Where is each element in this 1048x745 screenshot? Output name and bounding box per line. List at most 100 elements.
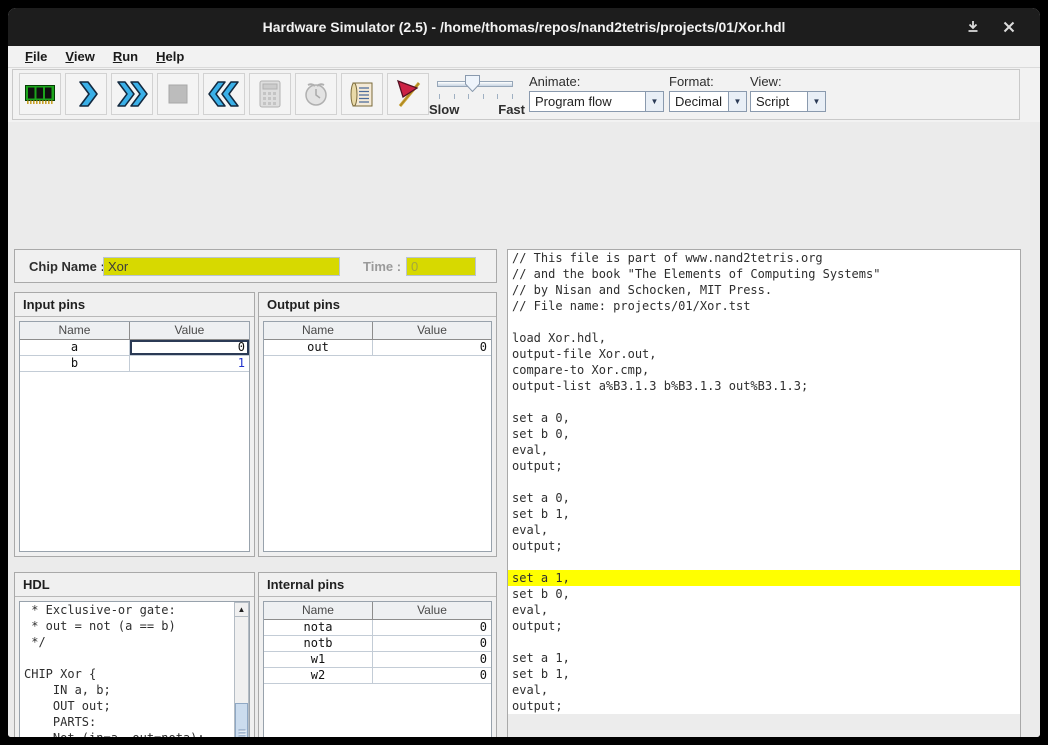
load-chip-button[interactable] xyxy=(19,73,61,115)
table-row: a0 xyxy=(20,340,249,356)
title-bar: Hardware Simulator (2.5) - /home/thomas/… xyxy=(8,8,1040,46)
code-line: set a 1, xyxy=(508,650,1020,666)
table-header: NameValue xyxy=(264,602,491,620)
code-line: output; xyxy=(508,538,1020,554)
output-pins-table: NameValueout0 xyxy=(263,321,492,552)
code-line: Not (in=a, out=nota); xyxy=(20,730,234,737)
slider-ticks xyxy=(439,94,513,99)
code-line: eval, xyxy=(508,682,1020,698)
output-pins-panel: Output pins NameValueout0 xyxy=(258,292,497,557)
pin-value[interactable]: 1 xyxy=(130,356,249,371)
column-header-value: Value xyxy=(130,322,249,339)
reset-icon xyxy=(207,77,241,111)
script-scroll-icon xyxy=(345,77,379,111)
close-button[interactable] xyxy=(1000,18,1018,36)
breakpoints-flag-icon xyxy=(391,77,425,111)
code-line: // File name: projects/01/Xor.tst xyxy=(508,298,1020,314)
table-row: out0 xyxy=(264,340,491,356)
code-line: // and the book "The Elements of Computi… xyxy=(508,266,1020,282)
code-line: output; xyxy=(508,618,1020,634)
pin-name: w1 xyxy=(264,652,373,667)
code-line: * Exclusive-or gate: xyxy=(20,602,234,618)
input-pins-panel: Input pins NameValuea0b1 xyxy=(14,292,255,557)
menu-bar: FileViewRunHelp xyxy=(8,46,1040,68)
load-script-button[interactable] xyxy=(341,73,383,115)
table-header: NameValue xyxy=(264,322,491,340)
code-line xyxy=(508,634,1020,650)
clock-button xyxy=(295,73,337,115)
internal-pins-title: Internal pins xyxy=(259,573,496,597)
chip-name-field[interactable]: Xor xyxy=(103,257,340,276)
code-line: output-file Xor.out, xyxy=(508,346,1020,362)
script-view[interactable]: // This file is part of www.nand2tetris.… xyxy=(508,250,1020,737)
chevron-down-icon[interactable]: ▼ xyxy=(807,92,825,111)
slider-fast-label: Fast xyxy=(498,102,525,117)
stop-button xyxy=(157,73,199,115)
format-label: Format: xyxy=(669,74,747,89)
clock-icon xyxy=(299,77,333,111)
pin-name: out xyxy=(264,340,373,355)
calculator-button xyxy=(249,73,291,115)
time-field: 0 xyxy=(406,257,476,276)
minimize-button[interactable] xyxy=(964,18,982,36)
menu-run[interactable]: Run xyxy=(104,46,147,68)
code-line: CHIP Xor { xyxy=(20,666,234,682)
pin-value[interactable]: 0 xyxy=(373,340,491,355)
hdl-panel: HDL * Exclusive-or gate: * out = not (a … xyxy=(14,572,255,737)
code-line: set a 0, xyxy=(508,410,1020,426)
menu-help[interactable]: Help xyxy=(147,46,193,68)
single-step-icon xyxy=(69,77,103,111)
run-button[interactable] xyxy=(111,73,153,115)
menu-view[interactable]: View xyxy=(56,46,103,68)
scroll-up-arrow[interactable]: ▲ xyxy=(234,602,249,617)
code-line: eval, xyxy=(508,602,1020,618)
code-line: // This file is part of www.nand2tetris.… xyxy=(508,250,1020,266)
reset-button[interactable] xyxy=(203,73,245,115)
time-label: Time : xyxy=(363,259,401,274)
breakpoints-button[interactable] xyxy=(387,73,429,115)
menu-file[interactable]: File xyxy=(16,46,56,68)
column-header-value: Value xyxy=(373,602,491,619)
run-icon xyxy=(115,77,149,111)
hdl-code-view[interactable]: * Exclusive-or gate: * out = not (a == b… xyxy=(19,601,250,737)
animate-value: Program flow xyxy=(530,92,663,111)
pin-value[interactable]: 0 xyxy=(130,340,249,355)
chevron-down-icon[interactable]: ▼ xyxy=(645,92,663,111)
code-line xyxy=(20,650,234,666)
pin-value[interactable]: 0 xyxy=(373,668,491,683)
table-row: nota0 xyxy=(264,620,491,636)
pin-value[interactable]: 0 xyxy=(373,636,491,651)
table-row: notb0 xyxy=(264,636,491,652)
code-line xyxy=(508,394,1020,410)
column-header-name: Name xyxy=(20,322,130,339)
column-header-name: Name xyxy=(264,322,373,339)
animate-combobox[interactable]: Program flow ▼ xyxy=(529,91,664,112)
view-combobox[interactable]: Script ▼ xyxy=(750,91,826,112)
format-combobox[interactable]: Decimal ▼ xyxy=(669,91,747,112)
table-header: NameValue xyxy=(20,322,249,340)
pin-name: notb xyxy=(264,636,373,651)
code-line: set b 1, xyxy=(508,506,1020,522)
code-line: */ xyxy=(20,634,234,650)
minimize-icon xyxy=(964,18,982,36)
code-line: // by Nisan and Schocken, MIT Press. xyxy=(508,282,1020,298)
chevron-down-icon[interactable]: ▼ xyxy=(728,92,746,111)
stop-icon xyxy=(161,77,195,111)
toolbar: Slow Fast Animate: Program flow ▼ Format… xyxy=(8,68,1040,122)
code-line xyxy=(508,554,1020,570)
slider-thumb[interactable] xyxy=(465,75,480,92)
code-line: * out = not (a == b) xyxy=(20,618,234,634)
scroll-thumb[interactable] xyxy=(235,703,248,737)
slider-slow-label: Slow xyxy=(429,102,459,117)
hdl-title: HDL xyxy=(15,573,254,597)
pin-value[interactable]: 0 xyxy=(373,652,491,667)
pin-name: a xyxy=(20,340,130,355)
hdl-vertical-scrollbar[interactable]: ▲ ▼ xyxy=(234,602,249,737)
code-line: compare-to Xor.cmp, xyxy=(508,362,1020,378)
single-step-button[interactable] xyxy=(65,73,107,115)
pin-name: nota xyxy=(264,620,373,635)
pin-value[interactable]: 0 xyxy=(373,620,491,635)
chip-header-bar: Chip Name : Xor Time : 0 xyxy=(14,249,497,283)
code-line: output-list a%B3.1.3 b%B3.1.3 out%B3.1.3… xyxy=(508,378,1020,394)
script-code: // This file is part of www.nand2tetris.… xyxy=(508,250,1020,714)
